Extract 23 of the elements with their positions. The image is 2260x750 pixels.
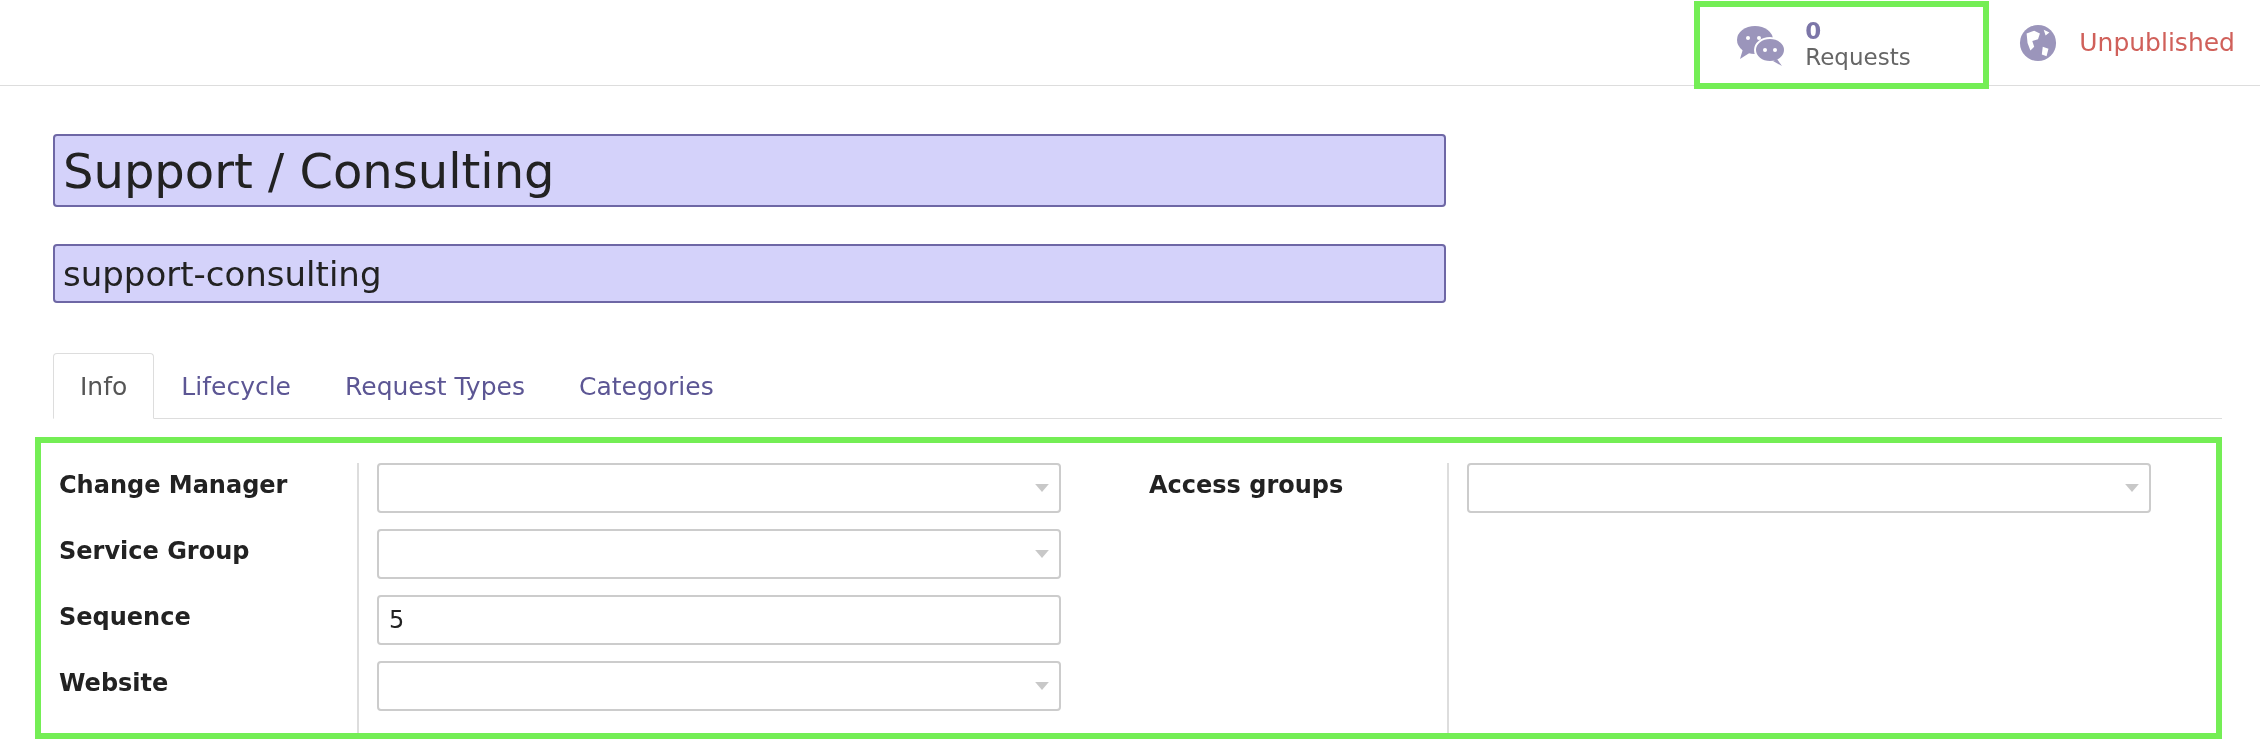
requests-button[interactable]: 0 Requests [1694,0,1990,89]
field-label: Access groups [1149,470,1344,499]
tab[interactable]: Categories [551,353,741,419]
input-field[interactable]: 5 [377,595,1061,645]
caret-icon [1035,682,1049,690]
caret-icon [1035,550,1049,558]
title-field[interactable]: Support / Consulting [53,134,1446,207]
field-label: Service Group [59,536,250,565]
tab[interactable]: Info [53,353,155,419]
publish-status-button[interactable]: Unpublished [2019,23,2235,62]
select-field[interactable] [377,463,1061,513]
select-field[interactable] [377,661,1061,711]
slug-field[interactable]: support-consulting [53,244,1446,303]
caret-icon [2125,484,2139,492]
globe-icon [2019,23,2058,62]
field-label: Website [59,668,169,697]
field-label: Sequence [59,602,191,631]
tab[interactable]: Lifecycle [154,353,318,419]
select-field[interactable] [1467,463,2151,513]
tab[interactable]: Request Types [318,353,552,419]
caret-icon [1035,484,1049,492]
select-field[interactable] [377,529,1061,579]
field-label: Change Manager [59,470,288,499]
